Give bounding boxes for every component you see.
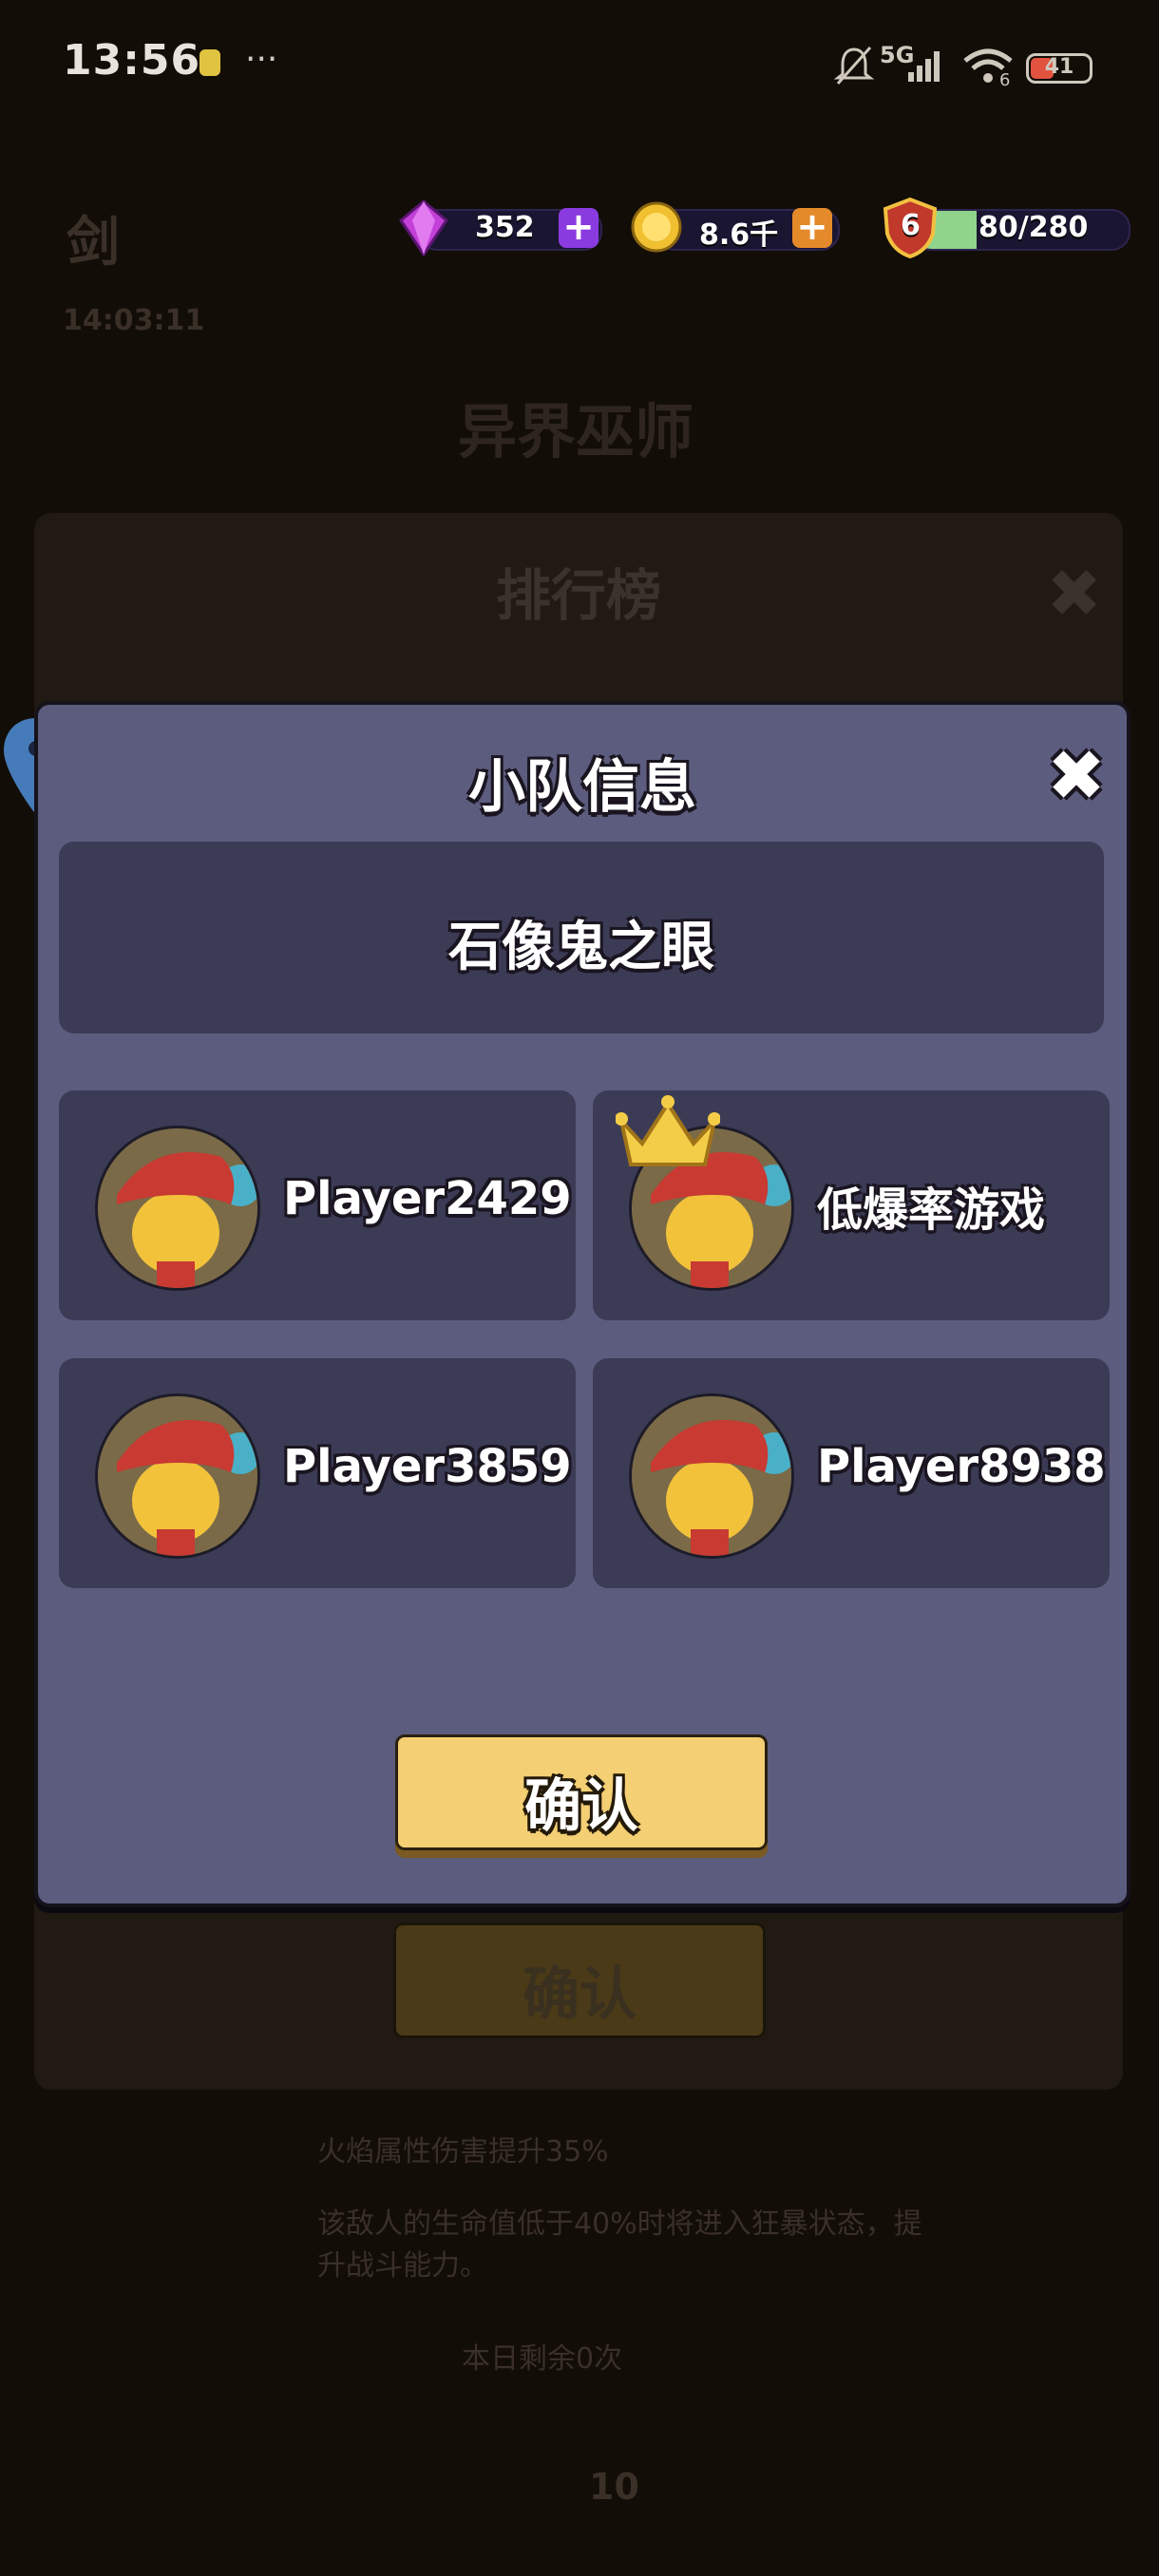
member-name: Player8938 <box>817 1440 1106 1493</box>
bg-boss-name: 异界巫师 <box>458 397 694 466</box>
player-level: 6 <box>901 209 921 242</box>
member-card-2[interactable]: 低爆率游戏 <box>593 1090 1110 1320</box>
leaderboard-title: 排行榜 <box>495 563 661 628</box>
notification-icon <box>200 49 220 76</box>
bg-skill-2: 该敌人的生命值低于40%时将进入狂暴状态，提升战斗能力。 <box>317 2207 922 2282</box>
bg-remaining: 本日剩余0次 <box>462 2342 623 2376</box>
team-name-box: 石像鬼之眼 <box>59 842 1104 1033</box>
more-dots: ··· <box>245 40 278 79</box>
modal-title: 小队信息 <box>468 754 696 821</box>
wifi-badge: 6 <box>999 70 1011 90</box>
bg-cost: 10 <box>589 2466 639 2508</box>
signal-icon <box>906 49 944 82</box>
bg-title-partial: 剑 <box>66 212 120 274</box>
battery-level: 41 <box>1044 55 1074 79</box>
member-avatar <box>629 1393 794 1559</box>
bg-confirm-button: 确认 <box>393 1923 766 2038</box>
member-card-1[interactable]: Player2429 <box>59 1090 576 1320</box>
gem-amount: 352 <box>475 211 535 244</box>
gold-amount: 8.6千 <box>699 218 779 252</box>
confirm-button[interactable]: 确认 <box>395 1734 768 1850</box>
member-card-4[interactable]: Player8938 <box>593 1358 1110 1588</box>
leaderboard-close-icon: ✖ <box>1046 555 1102 633</box>
gold-coin-icon <box>629 199 684 255</box>
status-time: 13:56 <box>63 36 201 85</box>
member-name: Player3859 <box>283 1440 572 1493</box>
member-card-3[interactable]: Player3859 <box>59 1358 576 1588</box>
energy-amount: 80/280 <box>978 211 1089 244</box>
battery-icon: 41 <box>1026 53 1092 84</box>
member-avatar <box>95 1126 260 1291</box>
member-name: Player2429 <box>283 1172 572 1225</box>
leader-crown-icon <box>615 1092 721 1172</box>
confirm-label: 确认 <box>524 1773 638 1840</box>
team-name: 石像鬼之眼 <box>448 917 714 978</box>
bg-skill-1: 火焰属性伤害提升35% <box>317 2135 609 2169</box>
bg-confirm-label: 确认 <box>522 1961 636 2028</box>
close-icon[interactable]: ✖ <box>1047 741 1106 811</box>
team-info-modal: 小队信息 ✖ 石像鬼之眼 Player2429 低爆率游戏 Player3859… <box>34 701 1130 1907</box>
add-gold-button[interactable]: + <box>792 208 832 248</box>
bg-timer: 14:03:11 <box>63 304 205 337</box>
add-gems-button[interactable]: + <box>559 208 598 248</box>
mute-bell-icon <box>832 44 876 87</box>
member-avatar <box>95 1393 260 1559</box>
member-name: 低爆率游戏 <box>817 1184 1046 1237</box>
gem-icon <box>397 199 450 257</box>
